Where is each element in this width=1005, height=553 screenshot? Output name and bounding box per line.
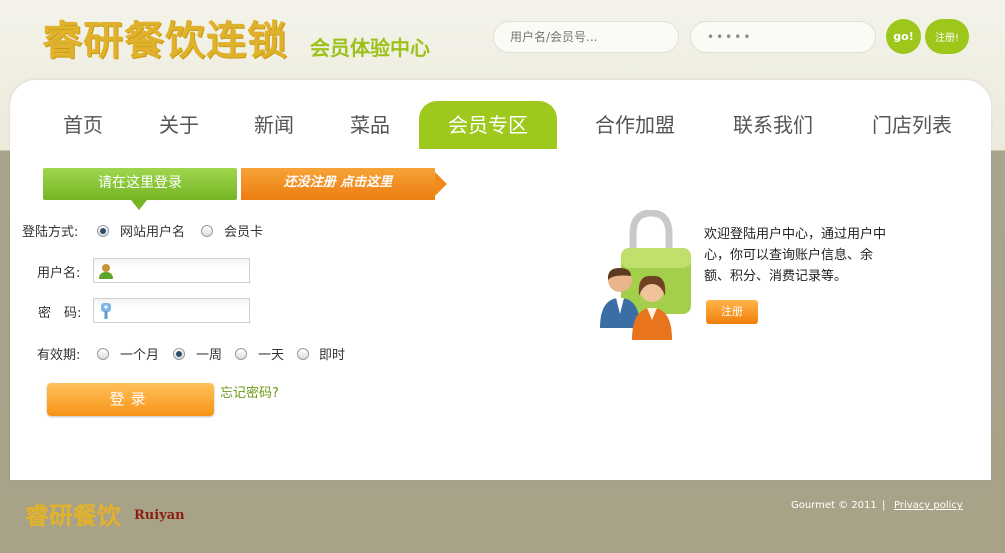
radio-validity-instant[interactable] — [297, 348, 309, 360]
users-lock-illustration — [600, 210, 691, 340]
login-method-label: 登陆方式: — [22, 225, 79, 240]
nav-item-franchise[interactable]: 合作加盟 — [575, 101, 695, 149]
side-register-button[interactable]: 注册 — [706, 300, 758, 324]
forgot-password-link[interactable]: 忘记密码? — [220, 382, 279, 401]
tab-register-pointer — [435, 172, 447, 196]
site-subtitle: 会员体验中心 — [310, 36, 430, 60]
tab-register[interactable]: 还没注册 点击这里 — [241, 168, 435, 200]
username-label: 用户名: — [37, 266, 81, 281]
login-button[interactable]: 登录 — [47, 383, 214, 416]
key-icon — [101, 303, 111, 319]
welcome-text: 欢迎登陆用户中心，通过用户中心，你可以查询账户信息、余额、积分、消费记录等。 — [704, 227, 887, 284]
footer-logo: 睿研餐饮 — [25, 502, 121, 530]
footer-copyright: Gourmet © 2011 — [791, 500, 877, 511]
privacy-policy-link[interactable]: Privacy policy — [894, 500, 963, 511]
validity-option-month: 一个月 — [120, 348, 160, 363]
nav-item-contact[interactable]: 联系我们 — [713, 101, 833, 149]
tab-login[interactable]: 请在这里登录 — [43, 168, 237, 200]
nav-item-stores[interactable]: 门店列表 — [852, 101, 972, 149]
nav-item-about[interactable]: 关于 — [142, 101, 216, 149]
tab-login-pointer — [131, 200, 147, 210]
header: 睿研餐饮连锁 会员体验中心 go! 注册! — [0, 0, 1005, 80]
site-logo[interactable]: 睿研餐饮连锁 — [42, 8, 288, 66]
validity-option-instant: 即时 — [319, 348, 346, 363]
nav-item-dishes[interactable]: 菜品 — [333, 101, 407, 149]
password-field[interactable] — [93, 298, 250, 323]
nav-item-members[interactable]: 会员专区 — [419, 101, 557, 149]
validity-label: 有效期: — [37, 348, 81, 363]
validity-option-day: 一天 — [258, 348, 285, 363]
password-label: 密 码: — [38, 306, 82, 321]
header-register-button[interactable]: 注册! — [925, 19, 969, 54]
method-option-card: 会员卡 — [224, 225, 264, 240]
radio-method-card[interactable] — [201, 225, 213, 237]
validity-option-week: 一周 — [196, 348, 223, 363]
radio-method-username[interactable] — [97, 225, 109, 237]
footer-separator: | — [882, 500, 886, 511]
header-username-input[interactable] — [493, 21, 679, 53]
nav-item-home[interactable]: 首页 — [46, 101, 120, 149]
header-password-input[interactable] — [690, 21, 876, 53]
radio-validity-day[interactable] — [235, 348, 247, 360]
radio-validity-week[interactable] — [173, 348, 185, 360]
user-icon — [99, 264, 113, 279]
main-nav: 首页 关于 新闻 菜品 会员专区 合作加盟 联系我们 门店列表 — [10, 101, 991, 149]
method-option-username: 网站用户名 — [120, 225, 186, 240]
username-field[interactable] — [93, 258, 250, 283]
radio-validity-month[interactable] — [97, 348, 109, 360]
footer-brand: Ruiyan — [134, 508, 185, 523]
nav-item-news[interactable]: 新闻 — [237, 101, 311, 149]
go-button[interactable]: go! — [886, 19, 921, 54]
